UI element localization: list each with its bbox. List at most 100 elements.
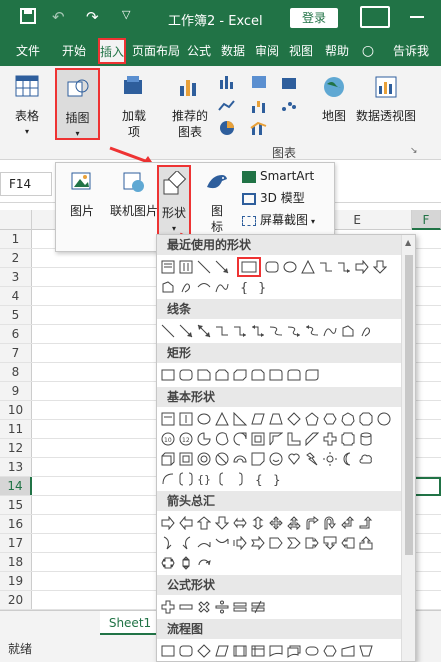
icons-button[interactable]: 图 标 xyxy=(202,169,232,235)
customize-quick-access-icon[interactable]: ▽ xyxy=(122,8,130,21)
pentagon-arrow-icon[interactable] xyxy=(269,536,283,550)
elbow-double-arrow-connector-icon[interactable] xyxy=(251,324,265,338)
gallery-scrollbar[interactable]: ▲ xyxy=(401,235,415,661)
elbow-connector-icon[interactable] xyxy=(319,260,333,274)
name-box[interactable]: F14 xyxy=(0,172,52,196)
flowchart-internal-storage-icon[interactable] xyxy=(251,644,265,658)
folded-corner-icon[interactable] xyxy=(251,452,265,466)
tab-view[interactable]: 视图 xyxy=(286,36,316,66)
curved-arrow-connector-icon[interactable] xyxy=(287,324,301,338)
snip-same-side-rectangle-icon[interactable] xyxy=(215,368,229,382)
smiley-face-icon[interactable] xyxy=(269,452,283,466)
tab-data[interactable]: 数据 xyxy=(218,36,248,66)
row-header[interactable]: 8 xyxy=(0,363,32,381)
undo-icon[interactable]: ↶ xyxy=(52,8,65,26)
line-chart-icon[interactable] xyxy=(218,98,236,114)
map-button[interactable]: 地图 xyxy=(316,74,352,124)
tab-formulas[interactable]: 公式 xyxy=(184,36,214,66)
elbow-arrow-connector-icon[interactable] xyxy=(337,260,351,274)
double-brace-icon[interactable]: {} xyxy=(197,472,211,486)
left-right-up-arrow-icon[interactable] xyxy=(287,516,301,530)
parallelogram-icon[interactable] xyxy=(251,412,265,426)
up-arrow-icon[interactable] xyxy=(197,516,211,530)
up-arrow-callout-icon[interactable] xyxy=(359,536,373,550)
elbow-arrow-connector-icon[interactable] xyxy=(233,324,247,338)
chevron-arrow-icon[interactable] xyxy=(287,536,301,550)
tab-page-layout[interactable]: 页面布局 xyxy=(130,36,182,66)
tell-me-search[interactable]: 告诉我 xyxy=(386,36,436,66)
notched-right-arrow-icon[interactable] xyxy=(251,536,265,550)
selected-cell[interactable] xyxy=(412,477,441,496)
block-arc-icon[interactable] xyxy=(233,452,247,466)
teardrop-icon[interactable] xyxy=(233,432,247,446)
cube-icon[interactable] xyxy=(161,452,175,466)
right-brace-icon[interactable]: } xyxy=(255,280,269,294)
dodecagon-12-icon[interactable]: 12 xyxy=(179,432,193,446)
not-equal-sign-icon[interactable] xyxy=(251,600,265,614)
arrow-line-icon[interactable] xyxy=(179,324,193,338)
frame-icon[interactable] xyxy=(251,432,265,446)
arc-icon[interactable] xyxy=(197,280,211,294)
double-bracket-icon[interactable] xyxy=(179,472,193,486)
waterfall-chart-icon[interactable] xyxy=(250,98,268,114)
up-down-arrow-icon[interactable] xyxy=(251,516,265,530)
flowchart-alternate-process-icon[interactable] xyxy=(179,644,193,658)
column-header-selected[interactable]: F xyxy=(412,210,441,230)
snip-round-rectangle-icon[interactable] xyxy=(251,368,265,382)
arrow-line-icon[interactable] xyxy=(215,260,229,274)
row-header[interactable]: 9 xyxy=(0,382,32,400)
flowchart-manual-operation-icon[interactable] xyxy=(359,644,373,658)
quad-arrow-callout-icon[interactable] xyxy=(179,556,193,570)
left-bracket-icon[interactable] xyxy=(215,472,229,486)
row-header[interactable]: 17 xyxy=(0,534,32,552)
plus-sign-icon[interactable] xyxy=(161,600,175,614)
line-icon[interactable] xyxy=(197,260,211,274)
table-button[interactable]: 表格 ▾ xyxy=(10,74,44,140)
plaque-icon[interactable] xyxy=(341,432,355,446)
addins-button[interactable]: 加载 项 xyxy=(116,74,152,140)
combo-chart-icon[interactable] xyxy=(250,120,268,136)
sun-icon[interactable] xyxy=(323,452,337,466)
hierarchy-chart-icon[interactable] xyxy=(250,74,268,90)
row-header[interactable]: 11 xyxy=(0,420,32,438)
tab-file[interactable]: 文件 xyxy=(8,36,48,66)
diagonal-stripe-icon[interactable] xyxy=(305,432,319,446)
tab-review[interactable]: 审阅 xyxy=(252,36,282,66)
dodecagon-icon[interactable]: 10 xyxy=(161,432,175,446)
left-up-arrow-icon[interactable] xyxy=(341,516,355,530)
cross-icon[interactable] xyxy=(323,432,337,446)
flowchart-process-icon[interactable] xyxy=(161,644,175,658)
hexagon-icon[interactable] xyxy=(323,412,337,426)
login-button[interactable]: 登录 xyxy=(290,8,338,28)
curved-up-arrow-icon[interactable] xyxy=(197,536,211,550)
flowchart-preparation-icon[interactable] xyxy=(323,644,337,658)
left-right-arrow-icon[interactable] xyxy=(233,516,247,530)
freeform-icon[interactable] xyxy=(161,280,175,294)
text-box-icon[interactable] xyxy=(161,260,175,274)
smartart-button[interactable]: SmartArt xyxy=(242,167,314,185)
flowchart-document-icon[interactable] xyxy=(269,644,283,658)
quad-arrow-icon[interactable] xyxy=(269,516,283,530)
triangle-icon[interactable] xyxy=(301,260,315,274)
row-header[interactable]: 20 xyxy=(0,591,32,609)
dialog-launcher-icon[interactable]: ↘ xyxy=(410,146,418,156)
rounded-rectangle-icon[interactable] xyxy=(179,368,193,382)
sheet-tab[interactable]: Sheet1 xyxy=(100,611,160,635)
recommended-charts-button[interactable]: 推荐的 图表 xyxy=(168,74,212,140)
division-sign-icon[interactable] xyxy=(215,600,229,614)
diamond-icon[interactable] xyxy=(287,412,301,426)
right-bracket-icon[interactable] xyxy=(233,472,247,486)
curved-connector-icon[interactable] xyxy=(269,324,283,338)
flowchart-manual-input-icon[interactable] xyxy=(341,644,355,658)
trapezoid-icon[interactable] xyxy=(269,412,283,426)
rounded-rectangle-icon[interactable] xyxy=(265,260,279,274)
row-header[interactable]: 14 xyxy=(0,477,32,495)
flowchart-data-icon[interactable] xyxy=(215,644,229,658)
rectangle-shape-icon[interactable] xyxy=(237,257,261,277)
line-icon[interactable] xyxy=(161,324,175,338)
oval-icon[interactable] xyxy=(283,260,297,274)
vertical-text-box-icon[interactable] xyxy=(179,412,193,426)
multiply-sign-icon[interactable] xyxy=(197,600,211,614)
3d-model-button[interactable]: 3D 模型 xyxy=(242,189,305,207)
minimize-button[interactable] xyxy=(410,16,424,18)
